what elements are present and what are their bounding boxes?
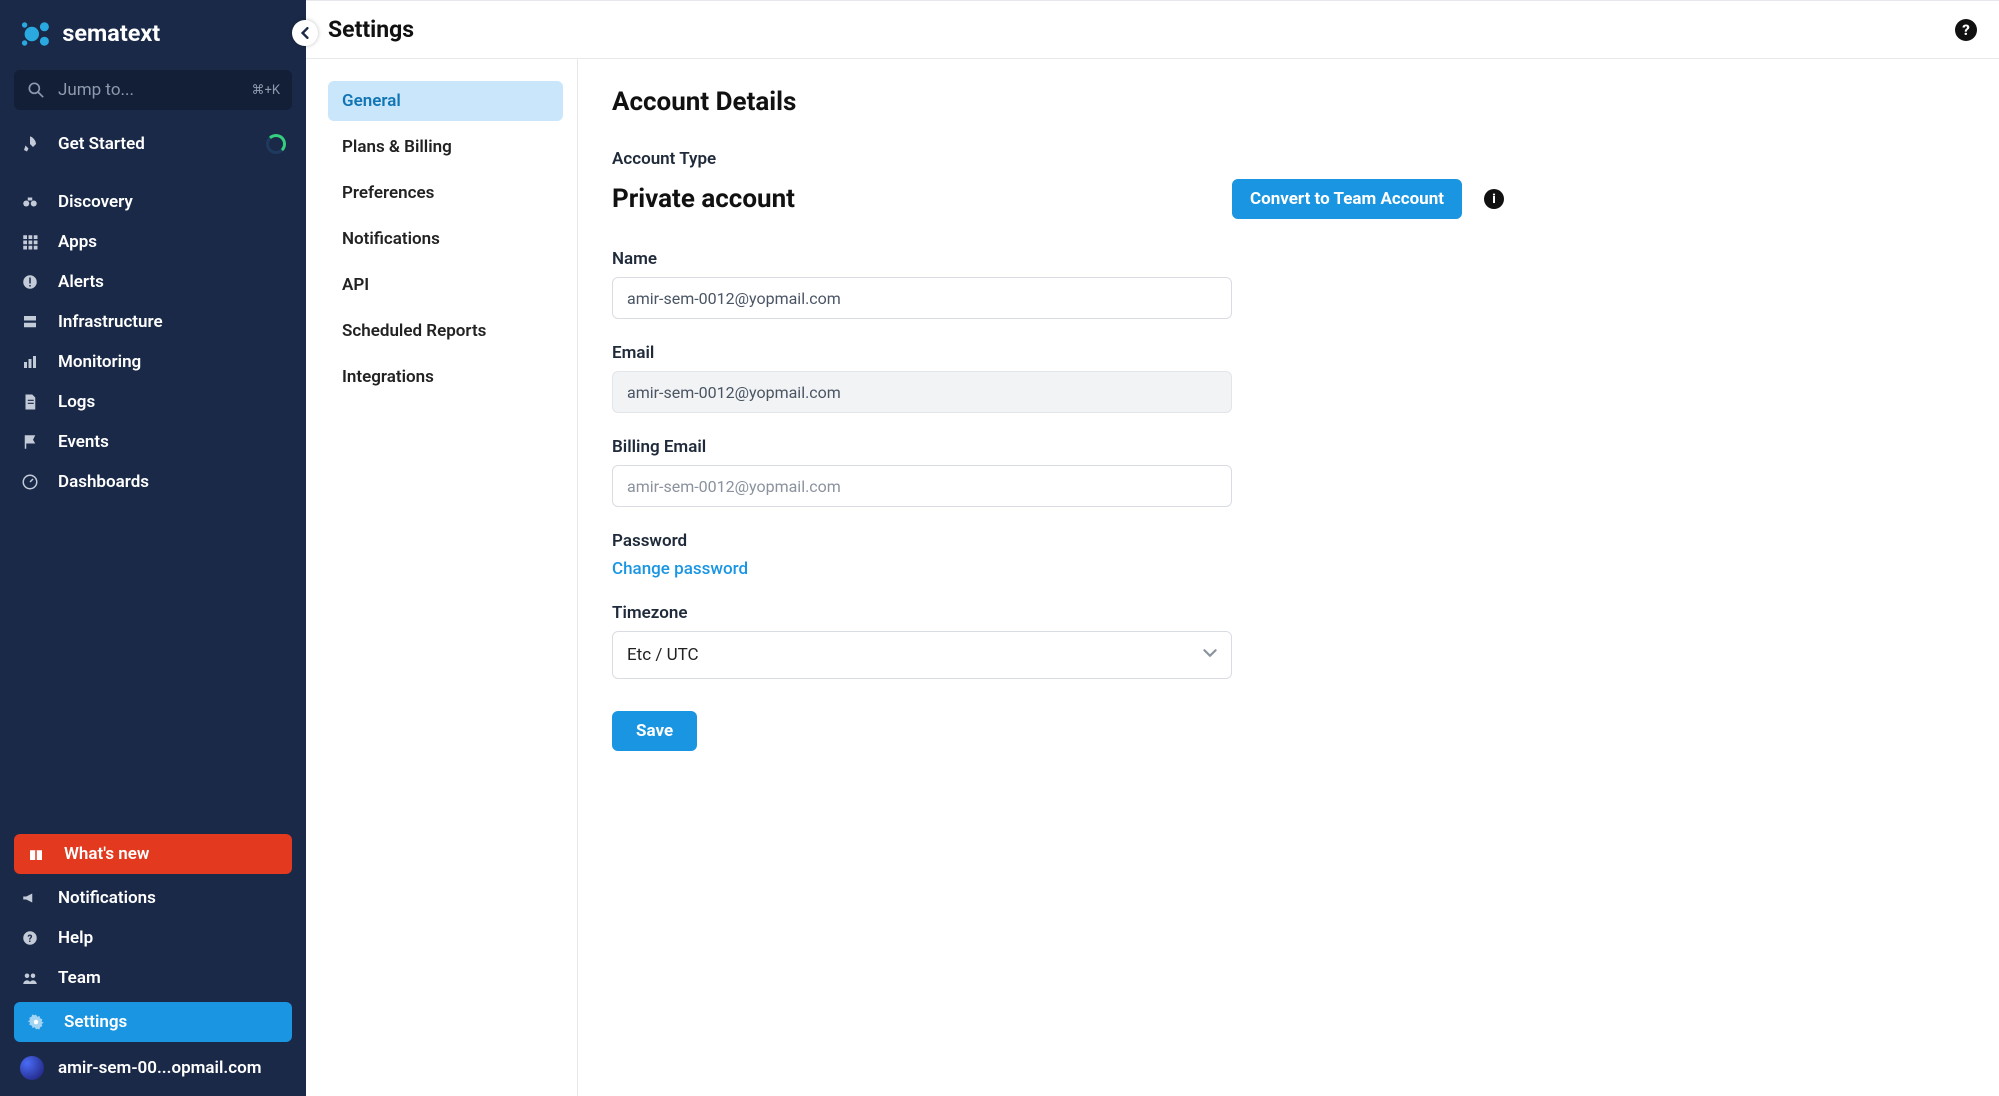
- subnav-notifications[interactable]: Notifications: [328, 219, 563, 259]
- document-icon: [20, 392, 40, 412]
- gauge-icon: [20, 472, 40, 492]
- subnav-scheduled-reports[interactable]: Scheduled Reports: [328, 311, 563, 351]
- sidebar-item-label: Dashboards: [58, 472, 149, 492]
- password-label: Password: [612, 531, 1504, 551]
- billing-email-input[interactable]: [612, 465, 1232, 507]
- sidebar-item-monitoring[interactable]: Monitoring: [0, 342, 306, 382]
- sidebar-item-team[interactable]: Team: [0, 958, 306, 998]
- server-icon: [20, 312, 40, 332]
- sidebar-item-settings[interactable]: Settings: [14, 1002, 292, 1042]
- brand-text: sematext: [62, 19, 160, 47]
- jump-placeholder: Jump to...: [58, 80, 251, 100]
- search-icon: [26, 80, 46, 100]
- sidebar-item-label: What's new: [64, 844, 150, 864]
- subnav-api[interactable]: API: [328, 265, 563, 305]
- timezone-value: Etc / UTC: [627, 645, 699, 665]
- sidebar-item-discovery[interactable]: Discovery: [0, 182, 306, 222]
- sidebar-item-label: Discovery: [58, 192, 133, 212]
- email-input: [612, 371, 1232, 413]
- sidebar-item-label: Help: [58, 928, 93, 948]
- sidebar-item-logs[interactable]: Logs: [0, 382, 306, 422]
- page-title: Settings: [328, 16, 414, 43]
- sidebar-item-dashboards[interactable]: Dashboards: [0, 462, 306, 502]
- account-type-label: Account Type: [612, 149, 1504, 169]
- name-label: Name: [612, 249, 1504, 269]
- name-input[interactable]: [612, 277, 1232, 319]
- sidebar-item-label: Logs: [58, 392, 95, 412]
- progress-spinner-icon: [266, 134, 286, 154]
- sidebar-collapse-button[interactable]: [292, 20, 318, 46]
- subnav-integrations[interactable]: Integrations: [328, 357, 563, 397]
- sidebar-item-label: Get Started: [58, 134, 145, 154]
- jump-shortcut: ⌘+K: [251, 83, 280, 98]
- gear-icon: [26, 1012, 46, 1032]
- jump-to-search[interactable]: Jump to... ⌘+K: [14, 70, 292, 110]
- team-icon: [20, 968, 40, 988]
- settings-subnav: General Plans & Billing Preferences Noti…: [306, 59, 578, 1096]
- sidebar-item-label: Infrastructure: [58, 312, 163, 332]
- timezone-select[interactable]: Etc / UTC: [612, 631, 1232, 679]
- info-icon[interactable]: i: [1484, 189, 1504, 209]
- help-icon: ?: [20, 928, 40, 948]
- sidebar-item-whats-new[interactable]: What's new: [14, 834, 292, 874]
- save-button[interactable]: Save: [612, 711, 697, 751]
- sidebar-item-label: Alerts: [58, 272, 104, 292]
- change-password-link[interactable]: Change password: [612, 559, 748, 579]
- sidebar-item-label: Monitoring: [58, 352, 141, 372]
- sidebar: sematext Jump to... ⌘+K Get Started Disc…: [0, 0, 306, 1096]
- sidebar-item-notifications[interactable]: Notifications: [0, 878, 306, 918]
- convert-team-account-button[interactable]: Convert to Team Account: [1232, 179, 1462, 219]
- svg-text:?: ?: [28, 934, 33, 945]
- chart-icon: [20, 352, 40, 372]
- alert-icon: [20, 272, 40, 292]
- sidebar-item-apps[interactable]: Apps: [0, 222, 306, 262]
- sidebar-item-get-started[interactable]: Get Started: [0, 124, 306, 164]
- flag-icon: [20, 432, 40, 452]
- avatar: [20, 1056, 44, 1080]
- billing-email-label: Billing Email: [612, 437, 1504, 457]
- sidebar-item-infrastructure[interactable]: Infrastructure: [0, 302, 306, 342]
- sidebar-item-label: Events: [58, 432, 109, 452]
- sidebar-item-label: Settings: [64, 1012, 127, 1032]
- user-email: amir-sem-00...opmail.com: [58, 1058, 261, 1078]
- binoculars-icon: [20, 192, 40, 212]
- sidebar-item-events[interactable]: Events: [0, 422, 306, 462]
- sidebar-user-menu[interactable]: amir-sem-00...opmail.com: [0, 1046, 306, 1090]
- rocket-icon: [20, 134, 40, 154]
- subnav-general[interactable]: General: [328, 81, 563, 121]
- help-button[interactable]: ?: [1955, 19, 1977, 41]
- sidebar-item-help[interactable]: ? Help: [0, 918, 306, 958]
- grid-icon: [20, 232, 40, 252]
- brand-logo[interactable]: sematext: [0, 0, 306, 70]
- account-details-heading: Account Details: [612, 87, 1504, 117]
- subnav-plans-billing[interactable]: Plans & Billing: [328, 127, 563, 167]
- sidebar-item-label: Apps: [58, 232, 97, 252]
- subnav-preferences[interactable]: Preferences: [328, 173, 563, 213]
- account-type-value: Private account: [612, 184, 795, 214]
- topbar: Settings ?: [306, 0, 1999, 59]
- sidebar-item-alerts[interactable]: Alerts: [0, 262, 306, 302]
- megaphone-icon: [20, 888, 40, 908]
- timezone-label: Timezone: [612, 603, 1504, 623]
- sidebar-item-label: Notifications: [58, 888, 156, 908]
- sidebar-item-label: Team: [58, 968, 101, 988]
- gift-icon: [26, 844, 46, 864]
- chevron-down-icon: [1203, 645, 1217, 665]
- email-label: Email: [612, 343, 1504, 363]
